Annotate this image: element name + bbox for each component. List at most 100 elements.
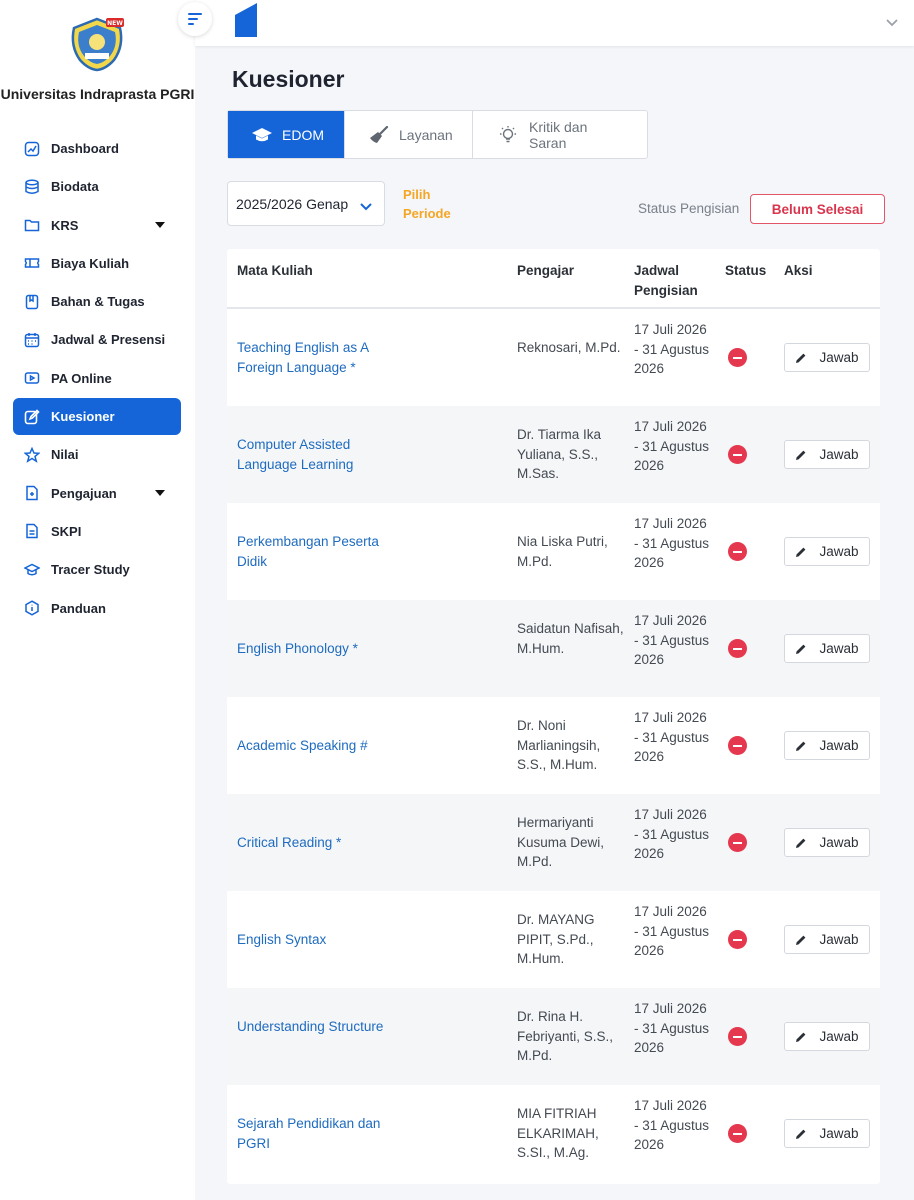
answer-button[interactable]: Jawab bbox=[784, 537, 870, 566]
sidebar-item-biodata[interactable]: Biodata bbox=[13, 168, 181, 205]
database-icon bbox=[23, 178, 41, 196]
table-header: Mata Kuliah Pengajar Jadwal Pengisian St… bbox=[227, 249, 880, 309]
answer-button[interactable]: Jawab bbox=[784, 925, 870, 954]
lecturer-name: Hermariyanti Kusuma Dewi, M.Pd. bbox=[517, 815, 605, 870]
sidebar-item-tracer-study[interactable]: Tracer Study bbox=[13, 551, 181, 588]
answer-button[interactable]: Jawab bbox=[784, 1022, 870, 1051]
course-link[interactable]: Computer Assisted Language Learning bbox=[237, 435, 397, 474]
course-link[interactable]: Critical Reading * bbox=[237, 833, 397, 853]
status-incomplete-icon bbox=[728, 348, 747, 367]
sidebar-item-biaya-kuliah[interactable]: Biaya Kuliah bbox=[13, 245, 181, 282]
table-row: Academic Speaking # Dr. Noni Marlianings… bbox=[227, 697, 880, 794]
header-lecturer: Pengajar bbox=[517, 263, 575, 278]
chevron-down-icon[interactable] bbox=[886, 14, 898, 32]
table-row: Understanding Structure Dr. Rina H. Febr… bbox=[227, 988, 880, 1085]
info-icon bbox=[23, 599, 41, 617]
tab-layanan[interactable]: Layanan bbox=[345, 111, 473, 158]
period-select[interactable]: 2025/2026 Genap bbox=[227, 181, 385, 226]
answer-button-label: Jawab bbox=[819, 834, 859, 850]
tab-kritik-saran[interactable]: Kritik dan Saran bbox=[473, 111, 647, 158]
sidebar-item-bahan-tugas[interactable]: Bahan & Tugas bbox=[13, 283, 181, 320]
top-bar bbox=[195, 0, 914, 46]
logo-new-badge: NEW bbox=[107, 20, 123, 27]
university-logo: NEW bbox=[68, 16, 126, 72]
page-title: Kuesioner bbox=[232, 66, 345, 92]
sidebar-item-label: Bahan & Tugas bbox=[51, 294, 145, 310]
answer-button[interactable]: Jawab bbox=[784, 440, 870, 469]
document-icon bbox=[23, 522, 41, 540]
tab-edom[interactable]: EDOM bbox=[228, 111, 345, 158]
table-row: English Syntax Dr. MAYANG PIPIT, S.Pd., … bbox=[227, 891, 880, 988]
course-link[interactable]: English Syntax bbox=[237, 930, 397, 950]
lecturer-name: Nia Liska Putri, M.Pd. bbox=[517, 534, 608, 569]
schedule-range: 17 Juli 2026 - 31 Agustus 2026 bbox=[634, 904, 710, 958]
lecturer-name: MIA FITRIAH ELKARIMAH, S.SI., M.Ag. bbox=[517, 1106, 599, 1161]
status-incomplete-icon bbox=[728, 542, 747, 561]
pencil-icon bbox=[795, 1128, 807, 1140]
status-incomplete-icon bbox=[728, 930, 747, 949]
answer-button-label: Jawab bbox=[819, 446, 859, 462]
table-row: Sejarah Pendidikan dan PGRI MIA FITRIAH … bbox=[227, 1085, 880, 1182]
sidebar-item-label: Jadwal & Presensi bbox=[51, 332, 166, 348]
answer-button-label: Jawab bbox=[819, 640, 859, 656]
answer-button[interactable]: Jawab bbox=[784, 634, 870, 663]
answer-button[interactable]: Jawab bbox=[784, 828, 870, 857]
sidebar-item-panduan[interactable]: Panduan bbox=[13, 590, 181, 627]
answer-button[interactable]: Jawab bbox=[784, 731, 870, 760]
answer-button-label: Jawab bbox=[819, 737, 859, 753]
caret-down-icon bbox=[155, 221, 165, 228]
file-icon bbox=[23, 484, 41, 502]
header-action: Aksi bbox=[784, 263, 813, 278]
pencil-icon bbox=[795, 1031, 807, 1043]
lecturer-name: Saidatun Nafisah, M.Hum. bbox=[517, 621, 624, 656]
pencil-icon bbox=[795, 449, 807, 461]
answer-button-label: Jawab bbox=[819, 349, 859, 365]
caret-down-icon bbox=[155, 489, 165, 496]
sidebar-item-label: PA Online bbox=[51, 370, 112, 386]
sidebar-item-dashboard[interactable]: Dashboard bbox=[13, 130, 181, 167]
course-link[interactable]: Understanding Structure bbox=[237, 1017, 397, 1037]
table-row: English Phonology * Saidatun Nafisah, M.… bbox=[227, 600, 880, 697]
schedule-range: 17 Juli 2026 - 31 Agustus 2026 bbox=[634, 322, 710, 376]
sidebar-item-label: Dashboard bbox=[51, 141, 119, 156]
header-schedule: Jadwal Pengisian bbox=[634, 263, 698, 298]
course-link[interactable]: English Phonology * bbox=[237, 639, 397, 659]
sidebar-item-label: SKPI bbox=[51, 523, 82, 539]
status-badge: Belum Selesai bbox=[750, 194, 885, 224]
course-link[interactable]: Teaching English as A Foreign Language * bbox=[237, 338, 397, 377]
sidebar-item-label: KRS bbox=[51, 217, 79, 233]
period-hint: Pilih Periode bbox=[403, 187, 451, 221]
calendar-icon bbox=[23, 331, 41, 349]
sidebar-toggle-button[interactable] bbox=[178, 2, 212, 36]
sidebar-item-jadwal-presensi[interactable]: Jadwal & Presensi bbox=[13, 321, 181, 358]
lecturer-name: Dr. Rina H. Febriyanti, S.S., M.Pd. bbox=[517, 1009, 614, 1064]
pencil-icon bbox=[795, 352, 807, 364]
answer-button-label: Jawab bbox=[819, 1028, 859, 1044]
schedule-range: 17 Juli 2026 - 31 Agustus 2026 bbox=[634, 710, 710, 764]
edit-icon bbox=[23, 408, 41, 426]
course-link[interactable]: Sejarah Pendidikan dan PGRI bbox=[237, 1114, 397, 1153]
broom-icon bbox=[369, 125, 389, 144]
status-label: Status Pengisian bbox=[638, 201, 740, 216]
sidebar-item-pengajuan[interactable]: Pengajuan bbox=[13, 475, 181, 512]
sidebar-item-nilai[interactable]: Nilai bbox=[13, 436, 181, 473]
status-incomplete-icon bbox=[728, 639, 747, 658]
sidebar-item-pa-online[interactable]: PA Online bbox=[13, 360, 181, 397]
course-link[interactable]: Perkembangan Peserta Didik bbox=[237, 532, 397, 571]
sidebar: NEW Universitas Indraprasta PGRI Dashboa… bbox=[0, 0, 195, 1200]
lecturer-name: Dr. Tiarma Ika Yuliana, S.S., M.Sas. bbox=[517, 427, 602, 482]
answer-button[interactable]: Jawab bbox=[784, 343, 870, 372]
tab-label: Kritik dan Saran bbox=[529, 118, 588, 151]
pencil-icon bbox=[795, 934, 807, 946]
course-link[interactable]: Academic Speaking # bbox=[237, 736, 397, 756]
pencil-icon bbox=[795, 546, 807, 558]
sidebar-item-skpi[interactable]: SKPI bbox=[13, 513, 181, 550]
pencil-icon bbox=[795, 643, 807, 655]
sidebar-item-kuesioner[interactable]: Kuesioner bbox=[13, 398, 181, 436]
university-name: Universitas Indraprasta PGRI bbox=[0, 86, 195, 102]
answer-button[interactable]: Jawab bbox=[784, 1119, 870, 1148]
sidebar-item-krs[interactable]: KRS bbox=[13, 207, 181, 244]
questionnaire-tabs: EDOM Layanan Kritik dan Saran bbox=[227, 110, 648, 159]
brand-logo-icon bbox=[235, 3, 257, 37]
schedule-range: 17 Juli 2026 - 31 Agustus 2026 bbox=[634, 807, 710, 861]
